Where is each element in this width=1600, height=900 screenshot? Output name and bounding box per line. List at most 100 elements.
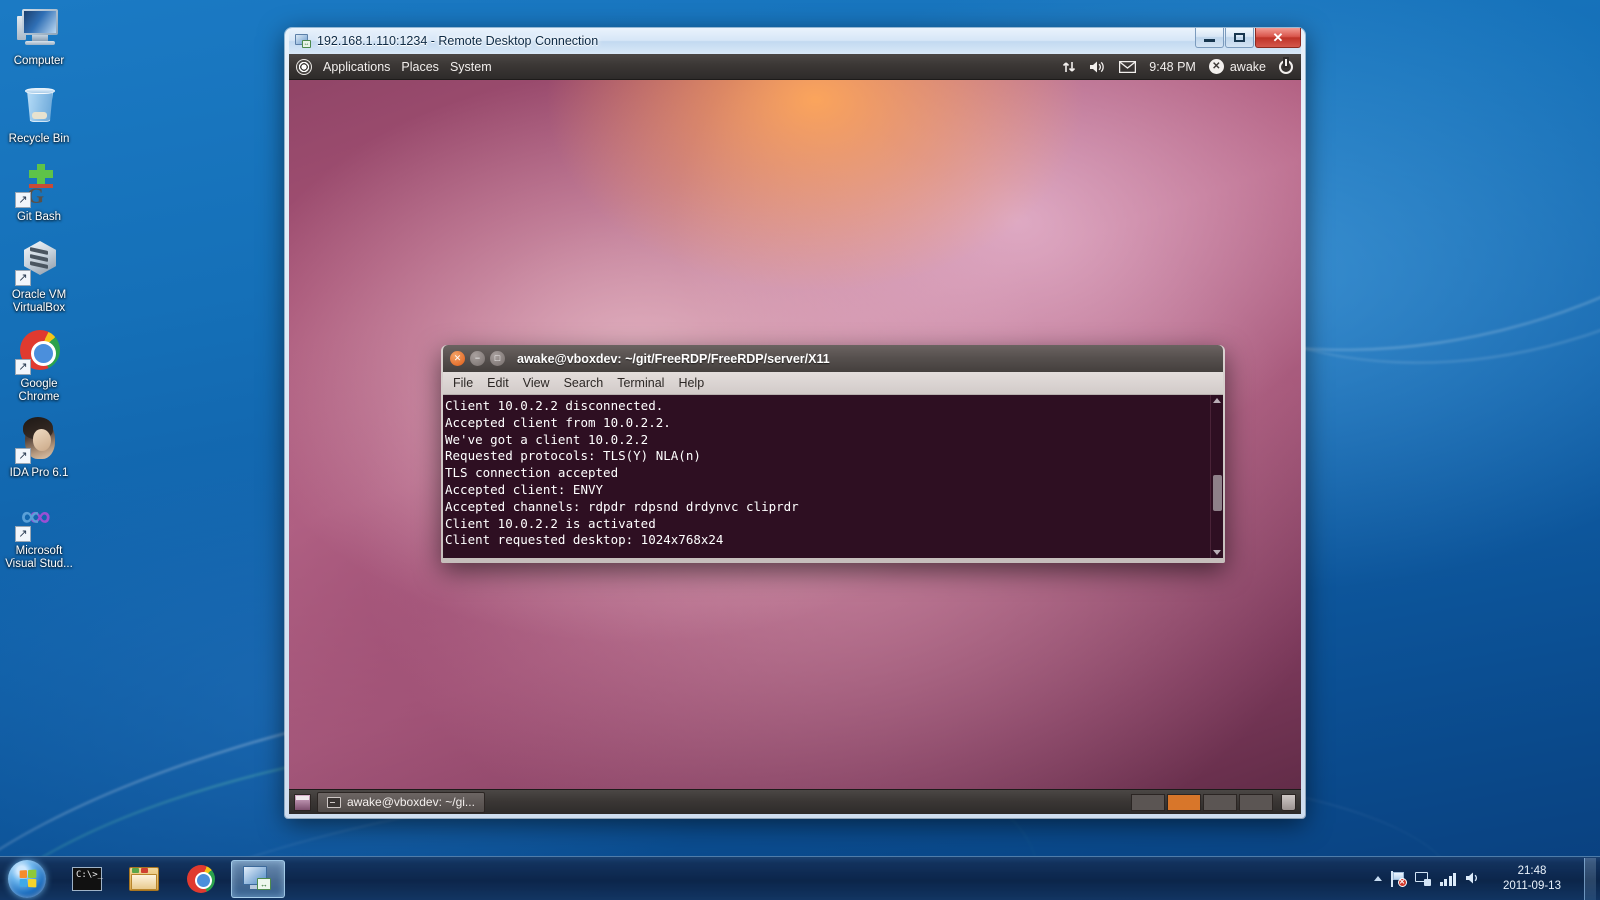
desktop-icon-virtualbox[interactable]: ↗ Oracle VM VirtualBox bbox=[0, 238, 78, 315]
workspace-4[interactable] bbox=[1239, 794, 1273, 811]
windows-desktop[interactable]: Computer Recycle Bin G ↗ Git Bash ↗ Orac… bbox=[0, 0, 1600, 900]
menu-applications[interactable]: Applications bbox=[323, 60, 390, 74]
start-button[interactable] bbox=[2, 858, 52, 900]
desktop-icon-label: IDA Pro 6.1 bbox=[10, 467, 69, 480]
show-desktop-button[interactable] bbox=[1584, 858, 1596, 900]
taskbar-button-windows-explorer[interactable] bbox=[117, 860, 171, 898]
gnome-terminal-window[interactable]: ✕ − □ awake@vboxdev: ~/git/FreeRDP/FreeR… bbox=[441, 345, 1225, 563]
windows-taskbar[interactable]: C:\>_ ↔ ✕ bbox=[0, 856, 1600, 900]
mail-icon[interactable] bbox=[1119, 61, 1136, 73]
scrollbar-thumb[interactable] bbox=[1213, 475, 1222, 511]
taskbar-button-remote-desktop[interactable]: ↔ bbox=[231, 860, 285, 898]
gnome-panel-right bbox=[1131, 794, 1296, 811]
windows-explorer-icon bbox=[129, 867, 159, 891]
taskbar-clock[interactable]: 21:48 2011-09-13 bbox=[1491, 864, 1573, 894]
power-icon[interactable] bbox=[1279, 60, 1293, 74]
virtualbox-icon: ↗ bbox=[15, 238, 63, 286]
workspace-2[interactable] bbox=[1167, 794, 1201, 811]
ubuntu-logo-icon bbox=[296, 59, 312, 75]
shortcut-arrow-icon: ↗ bbox=[15, 359, 31, 375]
taskbar-item-terminal[interactable]: awake@vboxdev: ~/gi... bbox=[317, 792, 485, 813]
gnome-user-name: awake bbox=[1230, 60, 1266, 74]
rdp-title-bar[interactable]: ↔ 192.168.1.110:1234 - Remote Desktop Co… bbox=[289, 28, 1301, 54]
menu-system[interactable]: System bbox=[450, 60, 492, 74]
computer-icon bbox=[15, 4, 63, 52]
terminal-title-bar[interactable]: ✕ − □ awake@vboxdev: ~/git/FreeRDP/FreeR… bbox=[443, 345, 1223, 372]
google-chrome-icon bbox=[187, 865, 215, 893]
terminal-menu-terminal[interactable]: Terminal bbox=[617, 376, 664, 390]
taskbar-button-command-prompt[interactable]: C:\>_ bbox=[60, 860, 114, 898]
desktop-icon-list: Computer Recycle Bin G ↗ Git Bash ↗ Orac… bbox=[0, 4, 78, 580]
command-prompt-icon: C:\>_ bbox=[72, 867, 102, 891]
desktop-icon-google-chrome[interactable]: ↗ Google Chrome bbox=[0, 327, 78, 404]
desktop-icon-label: Recycle Bin bbox=[9, 133, 70, 146]
desktop-icon-computer[interactable]: Computer bbox=[0, 4, 78, 68]
terminal-body[interactable]: Client 10.0.2.2 disconnected. Accepted c… bbox=[443, 395, 1223, 558]
volume-icon[interactable] bbox=[1465, 871, 1482, 886]
terminal-scrollbar[interactable] bbox=[1210, 395, 1223, 558]
action-center-badge: ✕ bbox=[1398, 878, 1407, 887]
terminal-minimize-button[interactable]: − bbox=[470, 351, 485, 366]
close-button[interactable]: ✕ bbox=[1255, 28, 1301, 48]
terminal-menu-view[interactable]: View bbox=[523, 376, 550, 390]
terminal-menu-edit[interactable]: Edit bbox=[487, 376, 509, 390]
scroll-down-arrow-icon[interactable] bbox=[1213, 550, 1221, 555]
shortcut-arrow-icon: ↗ bbox=[15, 448, 31, 464]
rdp-session-view[interactable]: Applications Places System 9:48 PM bbox=[289, 54, 1301, 814]
visual-studio-icon: ∞∞ ↗ bbox=[15, 494, 63, 542]
clock-date: 2011-09-13 bbox=[1497, 879, 1567, 894]
rdp-window-title: 192.168.1.110:1234 - Remote Desktop Conn… bbox=[317, 34, 598, 48]
taskbar-button-google-chrome[interactable] bbox=[174, 860, 228, 898]
terminal-menu-help[interactable]: Help bbox=[678, 376, 704, 390]
desktop-icon-git-bash[interactable]: G ↗ Git Bash bbox=[0, 160, 78, 224]
desktop-icon-label: Computer bbox=[14, 55, 65, 68]
network-updown-icon[interactable] bbox=[1062, 60, 1076, 74]
network-icon[interactable] bbox=[1415, 871, 1431, 886]
show-desktop-button[interactable] bbox=[294, 794, 311, 811]
scroll-up-arrow-icon[interactable] bbox=[1213, 398, 1221, 403]
gnome-top-panel[interactable]: Applications Places System 9:48 PM bbox=[289, 54, 1301, 80]
maximize-button[interactable] bbox=[1225, 28, 1254, 48]
window-controls: ✕ bbox=[1195, 28, 1301, 49]
desktop-icon-ida-pro[interactable]: ↗ IDA Pro 6.1 bbox=[0, 416, 78, 480]
desktop-icon-label: Oracle VM VirtualBox bbox=[1, 289, 77, 315]
terminal-maximize-button[interactable]: □ bbox=[490, 351, 505, 366]
workspace-1[interactable] bbox=[1131, 794, 1165, 811]
workspace-3[interactable] bbox=[1203, 794, 1237, 811]
shortcut-arrow-icon: ↗ bbox=[15, 270, 31, 286]
action-center-flag-icon[interactable]: ✕ bbox=[1391, 871, 1406, 887]
gnome-window-list: awake@vboxdev: ~/gi... bbox=[317, 792, 1125, 813]
minimize-button[interactable] bbox=[1195, 28, 1224, 48]
terminal-menu-search[interactable]: Search bbox=[564, 376, 604, 390]
signal-bars-icon[interactable] bbox=[1440, 872, 1457, 886]
remote-desktop-icon: ↔ bbox=[243, 866, 273, 892]
git-bash-icon: G ↗ bbox=[15, 160, 63, 208]
show-hidden-icons-button[interactable] bbox=[1374, 876, 1382, 881]
remote-desktop-window[interactable]: ↔ 192.168.1.110:1234 - Remote Desktop Co… bbox=[285, 28, 1305, 818]
gnome-bottom-panel[interactable]: awake@vboxdev: ~/gi... bbox=[289, 789, 1301, 814]
terminal-window-title: awake@vboxdev: ~/git/FreeRDP/FreeRDP/ser… bbox=[517, 352, 830, 366]
gnome-system-tray: 9:48 PM ✕ awake bbox=[1062, 59, 1301, 74]
trash-icon[interactable] bbox=[1281, 794, 1296, 811]
desktop-icon-visual-studio[interactable]: ∞∞ ↗ Microsoft Visual Stud... bbox=[0, 494, 78, 571]
windows-logo-icon bbox=[8, 860, 46, 898]
desktop-icon-recycle-bin[interactable]: Recycle Bin bbox=[0, 82, 78, 146]
taskbar-button-list: C:\>_ ↔ bbox=[60, 860, 285, 898]
user-icon: ✕ bbox=[1209, 59, 1224, 74]
recycle-bin-icon bbox=[15, 82, 63, 130]
desktop-icon-label: Git Bash bbox=[17, 211, 61, 224]
terminal-output[interactable]: Client 10.0.2.2 disconnected. Accepted c… bbox=[443, 395, 1210, 558]
workspace-switcher[interactable] bbox=[1131, 794, 1273, 811]
gnome-menu-bar: Applications Places System bbox=[289, 59, 492, 75]
gnome-clock[interactable]: 9:48 PM bbox=[1149, 60, 1196, 74]
terminal-menu-file[interactable]: File bbox=[453, 376, 473, 390]
taskbar-item-label: awake@vboxdev: ~/gi... bbox=[347, 795, 475, 809]
menu-places[interactable]: Places bbox=[401, 60, 439, 74]
terminal-icon bbox=[327, 797, 341, 808]
shortcut-arrow-icon: ↗ bbox=[15, 192, 31, 208]
terminal-close-button[interactable]: ✕ bbox=[450, 351, 465, 366]
gnome-user-menu[interactable]: ✕ awake bbox=[1209, 59, 1266, 74]
volume-icon[interactable] bbox=[1089, 60, 1106, 74]
desktop-icon-label: Google Chrome bbox=[1, 378, 77, 404]
remote-desktop-icon: ↔ bbox=[295, 34, 311, 48]
